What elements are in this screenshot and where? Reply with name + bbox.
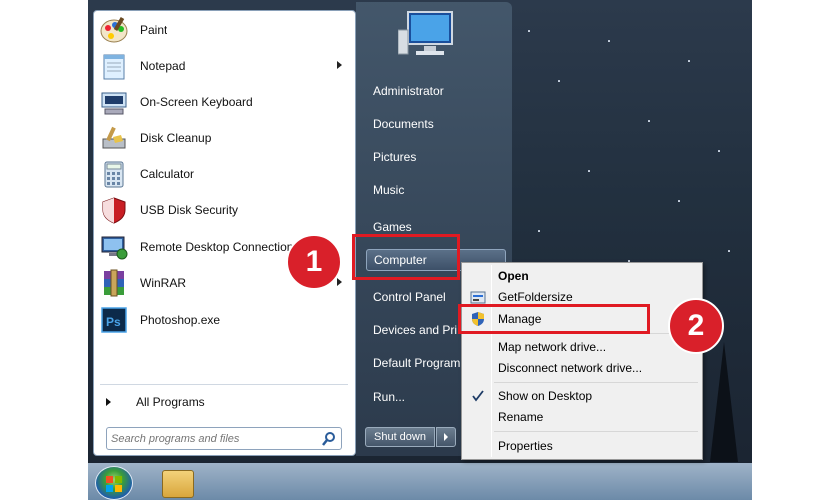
program-label: Notepad <box>140 59 186 73</box>
svg-text:Ps: Ps <box>106 315 121 329</box>
program-label: Remote Desktop Connection <box>140 240 294 254</box>
paint-icon <box>98 14 130 46</box>
places-item-music[interactable]: Music <box>366 179 506 201</box>
program-label: Disk Cleanup <box>140 131 212 145</box>
program-label: Calculator <box>140 167 195 181</box>
all-programs-item[interactable]: All Programs <box>100 391 348 413</box>
context-item-open[interactable]: Open <box>464 265 700 287</box>
shutdown-button[interactable]: Shut down <box>365 427 435 447</box>
start-menu-programs-pane: Paint Notepad On-Screen Keyboard Disk Cl… <box>93 10 356 456</box>
search-icon[interactable] <box>321 431 337 447</box>
program-label: Paint <box>140 23 168 37</box>
program-item-usb-disk-security[interactable]: USB Disk Security <box>98 193 352 227</box>
keyboard-icon <box>98 86 130 118</box>
context-item-label: Disconnect network drive... <box>498 361 643 375</box>
all-programs-label: All Programs <box>136 395 205 409</box>
divider <box>100 384 348 385</box>
context-item-properties[interactable]: Properties <box>464 435 700 457</box>
context-item-rename[interactable]: Rename <box>464 406 700 428</box>
chevron-right-icon <box>106 398 111 406</box>
computer-highlight-box <box>352 234 460 280</box>
step-marker-2: 2 <box>668 298 724 354</box>
search-input[interactable] <box>111 431 311 447</box>
manage-highlight-box <box>458 304 650 334</box>
context-item-map-network-drive[interactable]: Map network drive... <box>464 336 700 358</box>
context-item-label: Show on Desktop <box>498 389 593 403</box>
program-label: On-Screen Keyboard <box>140 95 253 109</box>
photoshop-icon: Ps <box>98 304 130 336</box>
shield-icon <box>98 194 130 226</box>
program-label: WinRAR <box>140 276 187 290</box>
calculator-icon <box>98 158 130 190</box>
shutdown-label: Shut down <box>374 431 426 443</box>
program-item-calculator[interactable]: Calculator <box>98 157 352 191</box>
places-item-documents[interactable]: Documents <box>366 113 506 135</box>
context-item-label: GetFoldersize <box>498 290 573 304</box>
context-item-label: Open <box>498 269 529 283</box>
program-item-notepad[interactable]: Notepad <box>98 49 352 83</box>
step-marker-1: 1 <box>286 234 342 290</box>
program-label: Photoshop.exe <box>140 313 221 327</box>
windows-logo-icon <box>106 476 122 492</box>
notepad-icon <box>98 50 130 82</box>
program-label: USB Disk Security <box>140 203 239 217</box>
computer-context-menu: Open GetFoldersize Manage Map network dr… <box>461 262 703 460</box>
submenu-arrow-icon[interactable] <box>337 278 342 286</box>
chevron-right-icon <box>444 433 448 441</box>
winrar-icon <box>98 267 130 299</box>
menu-separator <box>494 431 698 432</box>
disk-cleanup-icon <box>98 122 130 154</box>
context-item-label: Properties <box>498 439 553 453</box>
remote-desktop-icon <box>98 231 130 263</box>
context-item-label: Map network drive... <box>498 340 607 354</box>
context-item-label: Rename <box>498 410 544 424</box>
program-item-photoshop[interactable]: Ps Photoshop.exe <box>98 303 352 337</box>
start-button[interactable] <box>95 466 133 500</box>
explorer-taskbar-icon[interactable] <box>162 470 194 498</box>
menu-separator <box>494 382 698 383</box>
checkmark-icon <box>470 388 486 404</box>
shutdown-options-button[interactable] <box>436 427 456 447</box>
submenu-arrow-icon[interactable] <box>337 61 342 69</box>
places-item-administrator[interactable]: Administrator <box>366 80 506 102</box>
places-item-pictures[interactable]: Pictures <box>366 146 506 168</box>
folder-size-icon <box>470 289 486 305</box>
context-item-show-on-desktop[interactable]: Show on Desktop <box>464 385 700 407</box>
program-item-paint[interactable]: Paint <box>98 13 352 47</box>
program-item-on-screen-keyboard[interactable]: On-Screen Keyboard <box>98 85 352 119</box>
program-item-disk-cleanup[interactable]: Disk Cleanup <box>98 121 352 155</box>
context-item-disconnect-network-drive[interactable]: Disconnect network drive... <box>464 357 700 379</box>
user-picture-icon[interactable] <box>398 8 462 60</box>
search-box[interactable] <box>106 427 342 450</box>
